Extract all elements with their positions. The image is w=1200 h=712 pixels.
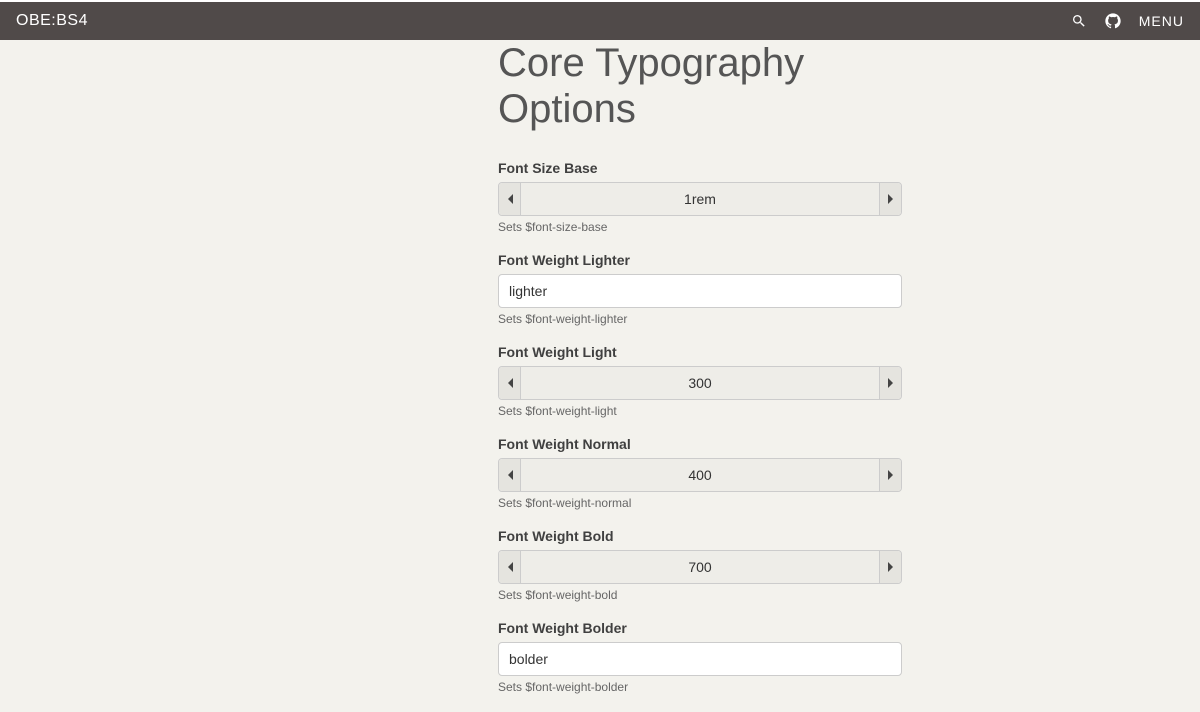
chevron-left-icon (506, 193, 514, 205)
decrement-button[interactable] (499, 459, 521, 491)
search-icon[interactable] (1071, 13, 1087, 29)
chevron-right-icon (887, 469, 895, 481)
help-font-size-base: Sets $font-size-base (498, 220, 902, 234)
label-font-weight-normal: Font Weight Normal (498, 436, 902, 452)
help-font-weight-lighter: Sets $font-weight-lighter (498, 312, 902, 326)
chevron-right-icon (887, 193, 895, 205)
label-font-size-base: Font Size Base (498, 160, 902, 176)
field-font-weight-light: Font Weight Light Sets $font-weight-ligh… (498, 344, 902, 418)
input-font-weight-light[interactable] (521, 367, 879, 399)
stepper-font-weight-normal (498, 458, 902, 492)
decrement-button[interactable] (499, 367, 521, 399)
increment-button[interactable] (879, 551, 901, 583)
field-font-weight-lighter: Font Weight Lighter Sets $font-weight-li… (498, 252, 902, 326)
increment-button[interactable] (879, 183, 901, 215)
field-font-size-base: Font Size Base Sets $font-size-base (498, 160, 902, 234)
navbar-right: MENU (1071, 13, 1184, 29)
menu-button[interactable]: MENU (1139, 13, 1184, 29)
label-font-weight-bold: Font Weight Bold (498, 528, 902, 544)
label-font-weight-lighter: Font Weight Lighter (498, 252, 902, 268)
help-font-weight-bolder: Sets $font-weight-bolder (498, 680, 902, 694)
label-font-weight-bolder: Font Weight Bolder (498, 620, 902, 636)
decrement-button[interactable] (499, 183, 521, 215)
chevron-left-icon (506, 561, 514, 573)
chevron-left-icon (506, 377, 514, 389)
decrement-button[interactable] (499, 551, 521, 583)
label-font-weight-light: Font Weight Light (498, 344, 902, 360)
increment-button[interactable] (879, 367, 901, 399)
help-font-weight-bold: Sets $font-weight-bold (498, 588, 902, 602)
field-font-weight-bold: Font Weight Bold Sets $font-weight-bold (498, 528, 902, 602)
input-font-weight-normal[interactable] (521, 459, 879, 491)
input-font-size-base[interactable] (521, 183, 879, 215)
navbar: OBE:BS4 MENU (0, 0, 1200, 40)
help-font-weight-light: Sets $font-weight-light (498, 404, 902, 418)
field-font-weight-bolder: Font Weight Bolder Sets $font-weight-bol… (498, 620, 902, 694)
help-font-weight-normal: Sets $font-weight-normal (498, 496, 902, 510)
chevron-right-icon (887, 377, 895, 389)
stepper-font-size-base (498, 182, 902, 216)
stepper-font-weight-bold (498, 550, 902, 584)
navbar-brand[interactable]: OBE:BS4 (16, 12, 88, 30)
field-font-weight-normal: Font Weight Normal Sets $font-weight-nor… (498, 436, 902, 510)
stepper-font-weight-light (498, 366, 902, 400)
github-icon[interactable] (1105, 13, 1121, 29)
increment-button[interactable] (879, 459, 901, 491)
page-title: Core Typography Options (498, 40, 902, 132)
input-font-weight-bold[interactable] (521, 551, 879, 583)
input-font-weight-lighter[interactable] (498, 274, 902, 308)
input-font-weight-bolder[interactable] (498, 642, 902, 676)
chevron-right-icon (887, 561, 895, 573)
chevron-left-icon (506, 469, 514, 481)
